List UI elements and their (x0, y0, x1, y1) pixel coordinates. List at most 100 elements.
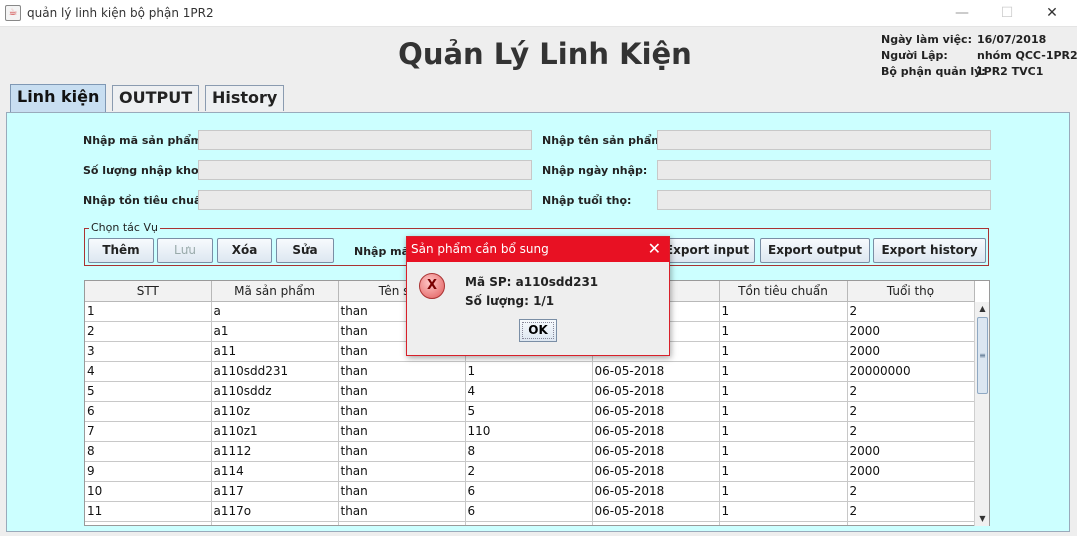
table-row[interactable]: 11 a117o than 6 06-05-2018 1 2 (85, 501, 975, 522)
table-cell[interactable]: 1 (719, 381, 848, 402)
table-cell[interactable]: 3 (85, 341, 212, 362)
table-cell[interactable]: 06-05-2018 (592, 521, 720, 525)
table-cell[interactable]: 1 (719, 461, 848, 482)
table-cell[interactable]: 1 (85, 301, 212, 322)
table-row[interactable]: 10 a117 than 6 06-05-2018 1 2 (85, 481, 975, 502)
column-header[interactable]: Tuổi thọ (847, 281, 975, 302)
table-cell[interactable]: 1 (719, 421, 848, 442)
table-cell[interactable]: 11 (85, 501, 212, 522)
table-cell[interactable]: 1 (719, 481, 848, 502)
tab-linh-kien[interactable]: Linh kiện (10, 84, 107, 113)
close-window-button[interactable]: ✕ (1029, 0, 1075, 27)
table-cell[interactable]: 8 (85, 441, 212, 462)
table-cell[interactable]: 9 (85, 461, 212, 482)
tab-history[interactable]: History (205, 85, 285, 111)
table-row[interactable]: 8 a1112 than 8 06-05-2018 1 2000 (85, 441, 975, 462)
scroll-down-icon[interactable]: ▼ (975, 512, 990, 526)
edit-button[interactable]: Sửa (276, 238, 334, 263)
column-header[interactable]: Mã sản phẩm (211, 281, 339, 302)
column-header[interactable]: Tồn tiêu chuẩn (719, 281, 848, 302)
table-cell[interactable]: 6 (465, 481, 593, 502)
table-cell[interactable]: 10 (85, 481, 212, 502)
table-cell[interactable]: 2 (847, 501, 975, 522)
maximize-button[interactable]: ☐ (984, 0, 1030, 27)
table-cell[interactable]: a117 (211, 481, 339, 502)
table-cell[interactable]: 06-05-2018 (592, 421, 720, 442)
product-code-input[interactable] (198, 130, 532, 150)
table-cell[interactable]: than (338, 381, 466, 402)
table-cell[interactable]: 2 (847, 521, 975, 525)
table-cell[interactable]: 2 (85, 321, 212, 342)
table-cell[interactable]: a117o (211, 501, 339, 522)
table-cell[interactable]: than (338, 361, 466, 382)
table-row[interactable]: 4 a110sdd231 than 1 06-05-2018 1 20000000 (85, 361, 975, 382)
table-cell[interactable]: a1112 (211, 441, 339, 462)
table-cell[interactable]: a110sdd231 (211, 361, 339, 382)
table-cell[interactable]: 2 (847, 381, 975, 402)
product-name-input[interactable] (657, 130, 991, 150)
quantity-input[interactable] (198, 160, 532, 180)
table-row[interactable]: 6 a110z than 5 06-05-2018 1 2 (85, 401, 975, 422)
table-cell[interactable]: 1 (719, 441, 848, 462)
table-cell[interactable]: 5 (85, 381, 212, 402)
table-cell[interactable]: a11 (211, 521, 339, 525)
table-cell[interactable]: 06-05-2018 (592, 381, 720, 402)
table-cell[interactable]: 6 (465, 501, 593, 522)
column-header[interactable]: STT (85, 281, 212, 302)
table-cell[interactable]: 7 (85, 421, 212, 442)
table-cell[interactable]: a110z1 (211, 421, 339, 442)
table-cell[interactable]: 2 (847, 301, 975, 322)
table-cell[interactable]: a114 (211, 461, 339, 482)
table-cell[interactable]: than (338, 461, 466, 482)
table-cell[interactable]: 1 (719, 361, 848, 382)
export-history-button[interactable]: Export history (873, 238, 986, 263)
table-cell[interactable]: 1 (465, 521, 593, 525)
table-cell[interactable]: 2000 (847, 321, 975, 342)
table-cell[interactable]: 20000000 (847, 361, 975, 382)
table-cell[interactable]: 2000 (847, 461, 975, 482)
table-cell[interactable]: 2000 (847, 341, 975, 362)
delete-button[interactable]: Xóa (217, 238, 272, 263)
table-cell[interactable]: than (338, 421, 466, 442)
table-cell[interactable]: 2 (847, 421, 975, 442)
table-cell[interactable]: 110 (465, 421, 593, 442)
table-cell[interactable]: 5 (465, 401, 593, 422)
table-cell[interactable]: than (338, 441, 466, 462)
table-cell[interactable]: 6 (85, 401, 212, 422)
table-cell[interactable]: than (338, 481, 466, 502)
table-cell[interactable]: 06-05-2018 (592, 441, 720, 462)
import-date-input[interactable] (657, 160, 991, 180)
table-cell[interactable]: 06-05-2018 (592, 481, 720, 502)
export-input-button[interactable]: Export input (659, 238, 755, 263)
save-button[interactable]: Lưu (157, 238, 213, 263)
dialog-close-icon[interactable]: ✕ (648, 239, 661, 258)
table-cell[interactable]: 2 (847, 481, 975, 502)
table-cell[interactable]: 06-05-2018 (592, 501, 720, 522)
table-row[interactable]: 5 a110sddz than 4 06-05-2018 1 2 (85, 381, 975, 402)
table-cell[interactable]: a110z (211, 401, 339, 422)
export-output-button[interactable]: Export output (760, 238, 870, 263)
table-row[interactable]: 7 a110z1 than 110 06-05-2018 1 2 (85, 421, 975, 442)
table-cell[interactable]: 06-05-2018 (592, 361, 720, 382)
ok-button[interactable]: OK (519, 319, 557, 342)
tab-output[interactable]: OUTPUT (112, 85, 200, 111)
table-cell[interactable]: 12 (85, 521, 212, 525)
scrollbar-thumb[interactable]: ≡ (977, 317, 988, 394)
minimize-button[interactable]: — (939, 0, 985, 27)
table-cell[interactable]: than (338, 501, 466, 522)
table-cell[interactable]: 1 (465, 361, 593, 382)
table-cell[interactable]: 1 (719, 321, 848, 342)
table-cell[interactable]: 2000 (847, 441, 975, 462)
table-cell[interactable]: 1 (719, 341, 848, 362)
add-button[interactable]: Thêm (88, 238, 154, 263)
lifetime-input[interactable] (657, 190, 991, 210)
table-cell[interactable]: a110sddz (211, 381, 339, 402)
table-cell[interactable]: 4 (465, 381, 593, 402)
table-cell[interactable]: 1 (719, 521, 848, 525)
table-cell[interactable]: 2 (847, 401, 975, 422)
scroll-up-icon[interactable]: ▲ (975, 302, 990, 316)
table-cell[interactable]: than (338, 401, 466, 422)
table-cell[interactable]: 4 (85, 361, 212, 382)
table-cell[interactable]: 06-05-2018 (592, 401, 720, 422)
standard-stock-input[interactable] (198, 190, 532, 210)
